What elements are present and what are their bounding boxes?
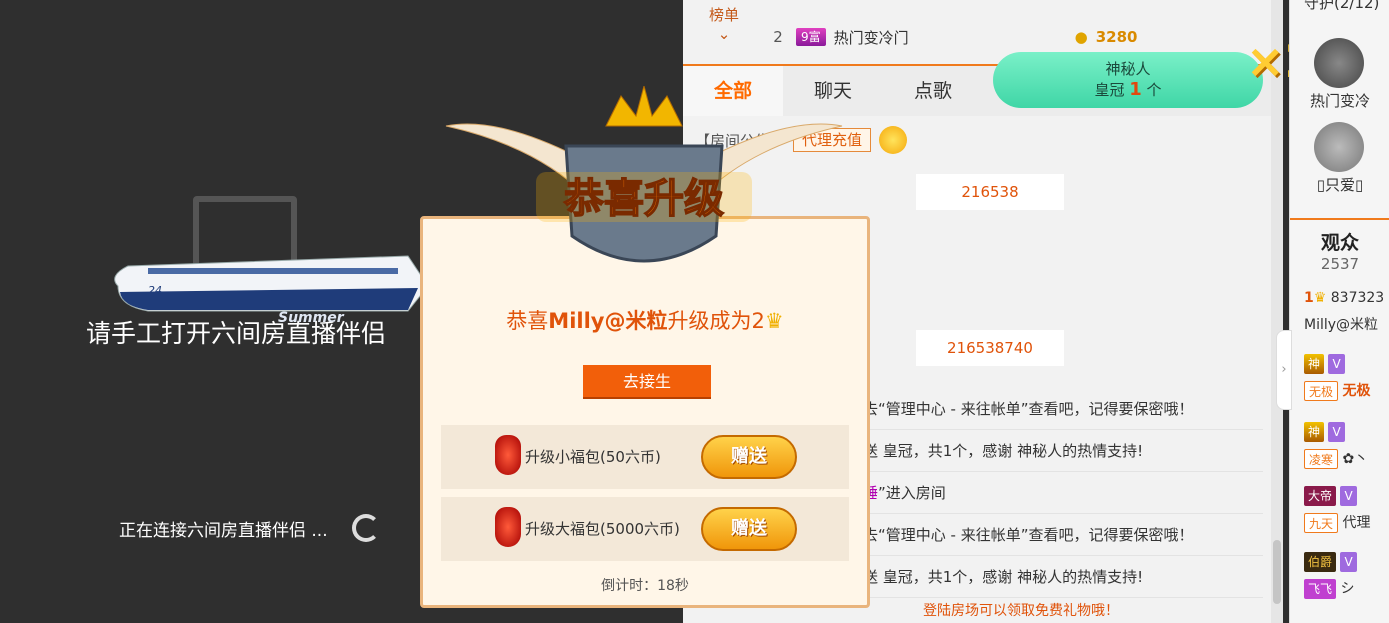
lucky-bag-icon (495, 435, 521, 475)
level-badge: 大帝 (1304, 486, 1337, 506)
chat-scrollbar[interactable] (1271, 0, 1283, 623)
congrats-suffix: 升级成为2 (667, 309, 765, 333)
panel-collapse-handle[interactable]: › (1276, 330, 1292, 410)
audience-title: 观众 (1320, 232, 1359, 254)
go-deliver-button[interactable]: 去接生 (583, 365, 711, 399)
send-gift-button[interactable]: 赠送 (701, 507, 797, 551)
audience-name: ✿丶 (1342, 451, 1369, 467)
audience-item[interactable]: 神 V (1304, 422, 1345, 442)
audience-item[interactable]: 无极 无极 (1304, 380, 1370, 401)
gift-package-row: 升级小福包(50六币) 赠送 (441, 425, 849, 489)
bottom-hint[interactable]: 登陆房场可以领取免费礼物哦！ (923, 600, 1119, 620)
crown-icon: ♛ (1313, 290, 1327, 306)
ranking-row[interactable]: 2 9富 热门变冷门 ● 3280 (768, 22, 1138, 52)
rank-coins: 3280 (1095, 28, 1138, 46)
fan-badge: 九天 (1304, 513, 1339, 533)
lucky-bag-icon (495, 507, 521, 547)
guard-user-name[interactable]: 热门变冷 (1290, 90, 1389, 111)
ranking-tab[interactable]: 榜单 ⌄ (683, 0, 765, 64)
audience-item[interactable]: 伯爵 V (1304, 552, 1357, 572)
congrats-message: 恭喜Milly@米粒升级成为2♛ (423, 305, 867, 335)
wealth-level-badge: 9富 (796, 28, 826, 46)
gift-package-label: 升级大福包(5000六币) (525, 520, 680, 538)
audience-item[interactable]: 九天 代理 (1304, 512, 1370, 533)
audience-name: 代理 (1342, 515, 1371, 531)
vip-badge: V (1340, 552, 1357, 572)
room-id-box[interactable]: 216538 (916, 174, 1064, 210)
audience-count: 2537 (1320, 255, 1360, 273)
level-badge: 神 (1304, 422, 1325, 442)
crest-title: 恭喜升级 (563, 176, 724, 222)
chevron-down-icon: ⌄ (717, 25, 731, 43)
audience-rank: 1 (1304, 290, 1314, 306)
audience-item[interactable]: 凌寒 ✿丶 (1304, 448, 1368, 469)
level-badge: 伯爵 (1304, 552, 1337, 572)
vip-badge: V (1328, 422, 1345, 442)
audience-name: 无极 (1342, 383, 1371, 399)
audience-name: シ (1340, 581, 1355, 597)
ranking-tab-label: 榜单 (708, 6, 739, 24)
fan-badge: 无极 (1304, 381, 1339, 401)
smile-emoji-icon (879, 126, 908, 154)
gift-sender: 神秘人 (1105, 60, 1151, 78)
fan-badge: 飞飞 (1304, 579, 1337, 599)
loading-spinner-icon (352, 514, 380, 542)
airplane-animation: 24 Summer (114, 255, 428, 326)
gift-package-label: 升级小福包(50六币) (525, 448, 661, 466)
audience-tab[interactable]: 观众 2537 (1290, 218, 1389, 273)
audience-id: 837323 (1330, 290, 1385, 306)
plane-number: 24 (148, 284, 162, 297)
rank-user-name: 热门变冷门 (833, 28, 909, 47)
connecting-status: 正在连接六间房直播伴侣 ... (119, 521, 328, 541)
gift-unit: 个 (1146, 81, 1162, 99)
gift-package-row: 升级大福包(5000六币) 赠送 (441, 497, 849, 561)
chevron-right-icon: › (1281, 362, 1287, 377)
user-panel: 守护(2/12) 热门变冷 ▯只爱▯ 观众 2537 1♛ 837323 Mil… (1289, 0, 1389, 623)
coin-icon: ● (1074, 28, 1088, 46)
tab-song-request[interactable]: 点歌 (883, 66, 983, 116)
fan-badge: 凌寒 (1304, 449, 1339, 469)
room-id-box[interactable]: 216538740 (916, 330, 1064, 366)
audience-name[interactable]: Milly@米粒 (1304, 314, 1378, 334)
plane-brand: Summer (278, 310, 345, 326)
vip-badge: V (1328, 354, 1345, 374)
countdown-timer: 倒计时：18秒 (601, 578, 689, 594)
guard-user-name[interactable]: ▯只爱▯ (1290, 174, 1389, 195)
audience-item[interactable]: 飞飞 シ (1304, 578, 1354, 599)
scrollbar-thumb[interactable] (1273, 540, 1281, 604)
crown-icon: ♛ (764, 309, 784, 333)
audience-item[interactable]: 神 V (1304, 354, 1345, 374)
gift-count: 1 (1129, 79, 1142, 100)
upgraded-user-name[interactable]: Milly@米粒 (548, 309, 667, 333)
audience-item[interactable]: 1♛ 837323 (1304, 290, 1384, 306)
rank-number: 2 (773, 28, 783, 46)
upgrade-crest-emblem: 恭喜升级 (445, 86, 843, 263)
avatar[interactable] (1314, 38, 1364, 88)
level-badge: 神 (1304, 354, 1325, 374)
vip-badge: V (1340, 486, 1357, 506)
gift-name: 皇冠 (1094, 81, 1125, 99)
guard-title[interactable]: 守护(2/12) (1304, 0, 1379, 13)
send-gift-button[interactable]: 赠送 (701, 435, 797, 479)
gift-info: 皇冠 1 个 (993, 79, 1263, 100)
avatar[interactable] (1314, 122, 1364, 172)
audience-item[interactable]: 大帝 V (1304, 486, 1357, 506)
chat-message-text: ”进入房间 (878, 484, 946, 502)
congrats-prefix: 恭喜 (506, 309, 549, 333)
gift-notification-banner: 神秘人 皇冠 1 个 (993, 52, 1263, 108)
